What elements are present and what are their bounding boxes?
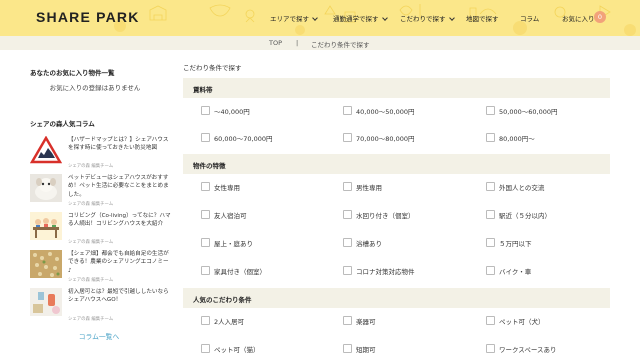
breadcrumb-separator: | bbox=[296, 39, 299, 47]
nav-area-search[interactable]: エリアで探す bbox=[270, 13, 317, 23]
checkbox-option[interactable]: コロナ対策対応物件 bbox=[343, 266, 415, 278]
column-author: シェアの森 編集チーム bbox=[68, 240, 114, 245]
checkbox-option[interactable]: ペット可（犬） bbox=[486, 316, 545, 328]
section-header-features: 物件の特徴 bbox=[183, 154, 610, 174]
favorites-empty-message: お気に入りの登録はありません bbox=[49, 84, 141, 92]
checkbox-option[interactable]: ペット可（猫） bbox=[201, 344, 260, 356]
checkbox-option[interactable]: 外国人との交流 bbox=[486, 182, 544, 194]
checkbox-option[interactable]: 浴槽あり bbox=[343, 238, 382, 250]
checkbox[interactable] bbox=[486, 316, 495, 325]
checkbox[interactable] bbox=[486, 133, 495, 142]
breadcrumb-current: こだわり条件で探す bbox=[311, 41, 370, 49]
section-label: 賃料帯 bbox=[193, 86, 213, 94]
checkbox-option[interactable]: 短期可 bbox=[343, 344, 376, 356]
column-title[interactable]: 【ハザードマップとは？】シェアハウスを探す時に使っておきたい防災地図 bbox=[68, 136, 172, 153]
checkbox-option[interactable]: 水回り付き（個室） bbox=[343, 210, 415, 222]
checkbox-option[interactable]: 女性専用 bbox=[201, 182, 240, 194]
columns-heading: シェアの森人気コラム bbox=[30, 120, 95, 128]
checkbox[interactable] bbox=[343, 266, 352, 275]
column-thumbnail-coliving[interactable] bbox=[30, 212, 62, 240]
breadcrumb-home-link[interactable]: TOP bbox=[269, 39, 282, 47]
checkbox-option[interactable]: 〜40,000円 bbox=[201, 106, 250, 118]
column-item[interactable]: ペットデビューはシェアハウスがおすすめ！ペット生活に必要なことをまとめました。 … bbox=[30, 174, 170, 210]
section-header-rent: 賃料帯 bbox=[183, 78, 610, 98]
checkbox[interactable] bbox=[201, 210, 210, 219]
site-header: SHARE PARK エリアで探す 通勤通学で探す こだわりで探す 地図で探す … bbox=[0, 0, 640, 36]
checkbox-option[interactable]: 家具付き（個室） bbox=[201, 266, 266, 278]
checkbox[interactable] bbox=[201, 106, 210, 115]
checkbox[interactable] bbox=[201, 316, 210, 325]
column-author: シェアの森 編集チーム bbox=[68, 278, 114, 283]
checkbox[interactable] bbox=[343, 106, 352, 115]
checkbox-option[interactable]: 80,000円〜 bbox=[486, 133, 535, 145]
checkbox-option[interactable]: ワークスペースあり bbox=[486, 344, 557, 356]
checkbox-option[interactable]: 友人宿泊可 bbox=[201, 210, 247, 222]
column-author: シェアの森 編集チーム bbox=[68, 164, 114, 169]
checkbox[interactable] bbox=[201, 182, 210, 191]
section-header-popular: 人気のこだわり条件 bbox=[183, 288, 610, 308]
column-title[interactable]: ペットデビューはシェアハウスがおすすめ！ペット生活に必要なことをまとめました。 bbox=[68, 174, 172, 199]
checkbox[interactable] bbox=[343, 133, 352, 142]
column-title[interactable]: 【シェア畑】都会でも自給自足の生活ができる！農業のシェアリングエコノミー♪ bbox=[68, 250, 172, 275]
column-list-link[interactable]: コラム一覧へ bbox=[30, 331, 168, 341]
checkbox-option[interactable]: 70,000〜80,000円 bbox=[343, 133, 415, 145]
nav-commute-search[interactable]: 通勤通学で探す bbox=[333, 13, 387, 23]
section-label: 物件の特徴 bbox=[193, 162, 226, 170]
checkbox-option[interactable]: 40,000〜50,000円 bbox=[343, 106, 415, 118]
checkbox-option[interactable]: 男性専用 bbox=[343, 182, 382, 194]
checkbox-option[interactable]: ５万円以下 bbox=[486, 238, 532, 250]
column-thumbnail-farm[interactable] bbox=[30, 250, 62, 278]
site-logo[interactable]: SHARE PARK bbox=[36, 9, 140, 25]
column-item[interactable]: コリビング（Co-living）ってなに？ハマる人続出！コリビングハウスを大紹介… bbox=[30, 212, 172, 248]
checkbox[interactable] bbox=[201, 344, 210, 353]
checkbox[interactable] bbox=[343, 210, 352, 219]
checkbox[interactable] bbox=[201, 133, 210, 142]
breadcrumb: TOP | こだわり条件で探す bbox=[0, 36, 640, 50]
checkbox-option[interactable]: 60,000〜70,000円 bbox=[201, 133, 273, 145]
column-thumbnail-pet[interactable] bbox=[30, 174, 62, 202]
checkbox-option[interactable]: 駅近（５分以内） bbox=[486, 210, 551, 222]
page-title: こだわり条件で探す bbox=[183, 64, 242, 72]
checkbox-option[interactable]: 楽器可 bbox=[343, 316, 376, 328]
favorites-count-badge: 0 bbox=[594, 11, 606, 23]
checkbox-option[interactable]: 2人入居可 bbox=[201, 316, 244, 328]
checkbox[interactable] bbox=[343, 238, 352, 247]
nav-column[interactable]: コラム bbox=[520, 13, 539, 23]
checkbox[interactable] bbox=[486, 344, 495, 353]
column-title[interactable]: コリビング（Co-living）ってなに？ハマる人続出！コリビングハウスを大紹介 bbox=[68, 212, 172, 229]
column-author: シェアの森 編集チーム bbox=[68, 202, 114, 207]
checkbox[interactable] bbox=[343, 182, 352, 191]
section-label: 人気のこだわり条件 bbox=[193, 296, 252, 304]
checkbox[interactable] bbox=[486, 210, 495, 219]
nav-favorites[interactable]: お気に入り bbox=[562, 13, 595, 23]
checkbox[interactable] bbox=[486, 106, 495, 115]
checkbox-option[interactable]: 屋上・庭あり bbox=[201, 238, 253, 250]
checkbox[interactable] bbox=[486, 182, 495, 191]
checkbox-option[interactable]: 50,000〜60,000円 bbox=[486, 106, 558, 118]
favorites-heading: あなたのお気に入り物件一覧 bbox=[30, 69, 115, 77]
checkbox[interactable] bbox=[201, 266, 210, 275]
column-item[interactable]: 【シェア畑】都会でも自給自足の生活ができる！農業のシェアリングエコノミー♪ シェ… bbox=[30, 250, 170, 286]
column-title[interactable]: 初入居可とは？最短で引越ししたいならシェアハウスへGO！ bbox=[68, 288, 172, 305]
column-author: シェアの森 編集チーム bbox=[68, 317, 114, 322]
column-thumbnail-move[interactable] bbox=[30, 288, 62, 316]
column-item[interactable]: 初入居可とは？最短で引越ししたいならシェアハウスへGO！ シェアの森 編集チーム bbox=[30, 288, 170, 324]
checkbox[interactable] bbox=[486, 238, 495, 247]
checkbox[interactable] bbox=[343, 316, 352, 325]
column-item[interactable]: 【ハザードマップとは？】シェアハウスを探す時に使っておきたい防災地図 シェアの森… bbox=[30, 136, 170, 172]
checkbox[interactable] bbox=[486, 266, 495, 275]
checkbox[interactable] bbox=[343, 344, 352, 353]
checkbox-option[interactable]: バイク・車 bbox=[486, 266, 531, 278]
nav-feature-search[interactable]: こだわりで探す bbox=[400, 13, 454, 23]
checkbox[interactable] bbox=[201, 238, 210, 247]
nav-map-search[interactable]: 地図で探す bbox=[466, 13, 499, 23]
column-thumbnail-hazard[interactable] bbox=[30, 136, 62, 164]
